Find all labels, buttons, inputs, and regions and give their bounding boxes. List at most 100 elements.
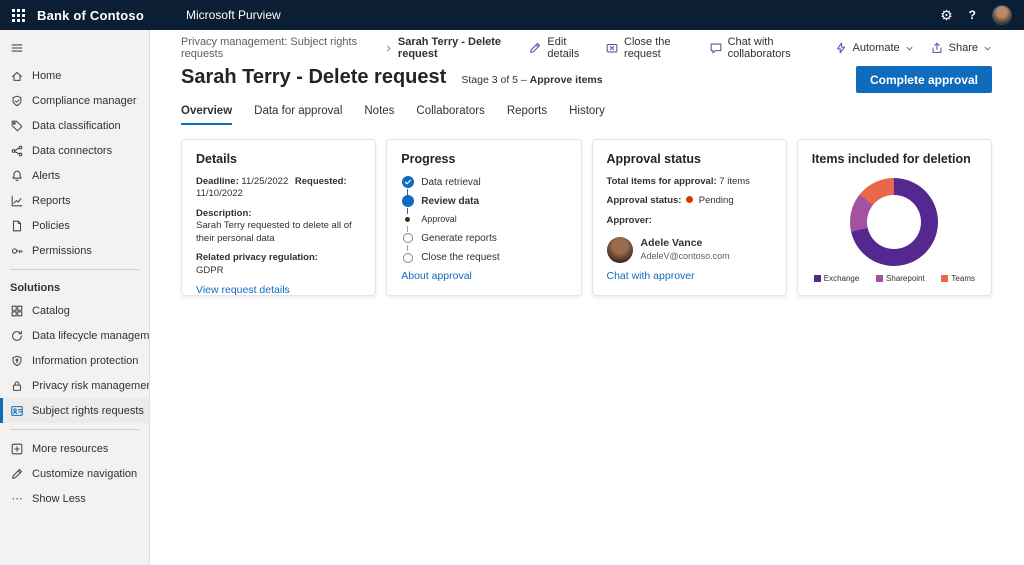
lightning-icon: [834, 41, 848, 55]
sidebar-item-reports[interactable]: Reports: [0, 188, 149, 213]
share-icon: [930, 41, 944, 55]
tag-icon: [10, 119, 24, 133]
title-group: Sarah Terry - Delete request Stage 3 of …: [181, 66, 603, 89]
sidebar-item-compliance-manager[interactable]: Compliance manager: [0, 88, 149, 113]
deadline-value: 11/25/2022: [241, 176, 288, 187]
about-approval-link[interactable]: About approval: [401, 270, 566, 284]
user-avatar[interactable]: [992, 5, 1012, 25]
chart-legend: Exchange Sharepoint Teams: [812, 274, 977, 285]
chat-collaborators-button[interactable]: Chat with collaborators: [709, 36, 818, 60]
sidebar-item-more-resources[interactable]: More resources: [0, 436, 149, 461]
progress-card: Progress Data retrieval Review data Appr…: [386, 139, 581, 296]
breadcrumb: Privacy management: Subject rights reque…: [181, 36, 528, 60]
chat-with-approver-link[interactable]: Chat with approver: [607, 270, 772, 284]
description-value: Sarah Terry requested to delete all of t…: [196, 220, 361, 245]
settings-gear-icon[interactable]: ⚙: [940, 8, 953, 22]
sidebar-item-data-classification[interactable]: Data classification: [0, 113, 149, 138]
sidebar-item-policies[interactable]: Policies: [0, 213, 149, 238]
sidebar-divider: [10, 429, 139, 430]
legend-swatch: [941, 275, 948, 282]
step-todo-icon: [403, 253, 413, 263]
sidebar-divider: [10, 269, 139, 270]
sidebar-item-label: Information protection: [32, 355, 138, 367]
shield-check-icon: [10, 94, 24, 108]
sidebar-item-label: Data connectors: [32, 145, 112, 157]
refresh-icon: [10, 329, 24, 343]
person-card-icon: [10, 404, 24, 418]
page-title: Sarah Terry - Delete request: [181, 66, 446, 88]
chevron-down-icon: [905, 44, 914, 53]
sidebar-item-privacy-risk[interactable]: Privacy risk management: [0, 373, 149, 398]
sidebar-item-information-protection[interactable]: Information protection: [0, 348, 149, 373]
stage-name: Approve items: [530, 74, 603, 86]
sidebar-item-permissions[interactable]: Permissions: [0, 238, 149, 263]
step-label: Data retrieval: [421, 176, 480, 189]
close-box-icon: [605, 41, 619, 55]
deadline-label: Deadline:: [196, 176, 239, 187]
ellipsis-icon: ⋯: [10, 492, 24, 505]
automate-button[interactable]: Automate: [834, 41, 914, 55]
tab-reports[interactable]: Reports: [507, 105, 547, 125]
action-label: Automate: [853, 42, 900, 54]
edit-details-button[interactable]: Edit details: [528, 36, 589, 60]
sidebar-solutions-header: Solutions: [0, 276, 149, 298]
sidebar-item-home[interactable]: Home: [0, 63, 149, 88]
tab-notes[interactable]: Notes: [364, 105, 394, 125]
approver-label: Approver:: [607, 215, 652, 226]
collapse-nav-button[interactable]: [0, 35, 149, 61]
sidebar-item-label: Data lifecycle management: [32, 330, 150, 342]
details-regulation: Related privacy regulation: GDPR: [196, 252, 361, 277]
sidebar-item-label: Customize navigation: [32, 468, 137, 480]
connectors-icon: [10, 144, 24, 158]
pending-status-dot: [686, 196, 693, 203]
details-dates-row: Deadline: 11/25/2022 Requested: 11/10/20…: [196, 176, 361, 201]
legend-label: Sharepoint: [886, 274, 925, 285]
sidebar-item-label: Catalog: [32, 305, 70, 317]
step-sub-icon: [405, 217, 410, 222]
topbar: Bank of Contoso Microsoft Purview ⚙ ?: [0, 0, 1024, 30]
action-label: Edit details: [547, 36, 589, 60]
step-close-request: Close the request: [401, 251, 566, 264]
product-name: Microsoft Purview: [186, 8, 281, 22]
hamburger-icon: [10, 41, 24, 55]
step-approval: Approval: [401, 214, 566, 226]
details-description: Description: Sarah Terry requested to de…: [196, 208, 361, 246]
sidebar-item-subject-rights-requests[interactable]: Subject rights requests: [0, 398, 149, 423]
pencil-icon: [10, 467, 24, 481]
tab-history[interactable]: History: [569, 105, 605, 125]
sidebar-item-data-lifecycle[interactable]: Data lifecycle management: [0, 323, 149, 348]
action-label: Chat with collaborators: [728, 36, 818, 60]
step-label: Close the request: [421, 251, 499, 264]
sidebar-item-show-less[interactable]: ⋯ Show Less: [0, 486, 149, 511]
step-data-retrieval: Data retrieval: [401, 176, 566, 189]
sidebar-item-label: Home: [32, 70, 61, 82]
step-generate-reports: Generate reports: [401, 232, 566, 245]
sidebar: Home Compliance manager Data classificat…: [0, 30, 150, 565]
step-label: Generate reports: [421, 232, 497, 245]
stage-indicator: Stage 3 of 5 – Approve items: [461, 74, 602, 86]
view-request-details-link[interactable]: View request details: [196, 284, 361, 296]
breadcrumb-parent[interactable]: Privacy management: Subject rights reque…: [181, 36, 379, 60]
home-icon: [10, 69, 24, 83]
sidebar-item-alerts[interactable]: Alerts: [0, 163, 149, 188]
sidebar-item-data-connectors[interactable]: Data connectors: [0, 138, 149, 163]
sidebar-item-label: More resources: [32, 443, 108, 455]
app-launcher-icon[interactable]: [12, 9, 25, 22]
tab-overview[interactable]: Overview: [181, 105, 232, 125]
sidebar-item-label: Compliance manager: [32, 95, 137, 107]
tab-collaborators[interactable]: Collaborators: [416, 105, 484, 125]
tab-data-for-approval[interactable]: Data for approval: [254, 105, 342, 125]
close-request-button[interactable]: Close the request: [605, 36, 693, 60]
complete-approval-button[interactable]: Complete approval: [856, 66, 992, 93]
breadcrumb-current: Sarah Terry - Delete request: [398, 36, 529, 60]
progress-card-title: Progress: [401, 151, 566, 168]
sidebar-item-catalog[interactable]: Catalog: [0, 298, 149, 323]
total-items-label: Total items for approval:: [607, 176, 717, 187]
share-button[interactable]: Share: [930, 41, 992, 55]
details-card-title: Details: [196, 151, 361, 168]
legend-item-exchange: Exchange: [814, 274, 860, 285]
help-icon[interactable]: ?: [969, 8, 976, 22]
sidebar-item-customize-navigation[interactable]: Customize navigation: [0, 461, 149, 486]
sidebar-item-label: Alerts: [32, 170, 60, 182]
total-items-row: Total items for approval: 7 items: [607, 176, 772, 189]
